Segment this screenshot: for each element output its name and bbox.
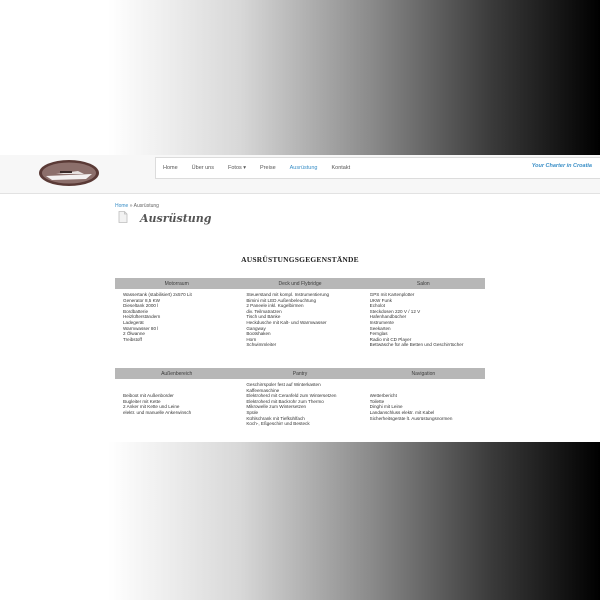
list-item: Bettwäsche für alle Betten und Geschirrt… <box>369 342 464 348</box>
table1-col-deck: Steuerstand mit kompl. Instrumentierung … <box>238 289 362 352</box>
table1-header-salon: Salon <box>361 278 485 289</box>
table1-header-deck: Deck und Flybridge <box>238 278 362 289</box>
nav-item-contact[interactable]: Kontakt <box>324 158 357 178</box>
nav-item-about[interactable]: Über uns <box>185 158 221 178</box>
table2-col-exterior: Beiboot mit Außenborder Bugleiter mit Ke… <box>115 379 239 431</box>
list-item: elektr. und manuelle Ankerwinsch <box>123 409 192 415</box>
breadcrumb-home-link[interactable]: Home <box>115 203 128 209</box>
breadcrumb: Home » Ausrüstung <box>115 203 159 209</box>
equipment-table-2: Außenbereich Pantry Navigation Beiboot m… <box>115 368 485 431</box>
website-page: Home Über uns Fotos ▾ Preise Ausrüstung … <box>0 155 600 442</box>
table2-col-pantry: Geschirrspüler fest auf Winterkasten Kaf… <box>238 379 362 431</box>
table2-header-navigation: Navigation <box>361 368 485 379</box>
list-item: Schwimmleiter <box>246 342 277 348</box>
breadcrumb-current: Ausrüstung <box>133 203 159 209</box>
list-item: Koch-, Eßgeschirr und Besteck <box>246 421 310 427</box>
site-tagline: Your Charter in Croatia <box>531 163 592 169</box>
table1-col-salon: GPS mit Kartenplotter UKW Funk Echolot S… <box>361 289 485 352</box>
equipment-table-1: Motorraum Deck und Flybridge Salon Wasse… <box>115 278 485 352</box>
list-item: Sicherheitsgeräte lt. Ausrüstungsnormen <box>369 415 453 421</box>
page-document-icon <box>118 211 128 223</box>
nav-item-home[interactable]: Home <box>156 158 185 178</box>
nav-item-photos[interactable]: Fotos ▾ <box>221 158 253 178</box>
table2-header-exterior: Außenbereich <box>115 368 239 379</box>
section-title: AUSRÜSTUNGSGEGENSTÄNDE <box>241 255 359 264</box>
list-item: Treibstoff <box>123 336 142 342</box>
table2-header-pantry: Pantry <box>238 368 362 379</box>
header-bar: Home Über uns Fotos ▾ Preise Ausrüstung … <box>0 155 600 194</box>
yacht-logo[interactable] <box>38 159 100 187</box>
nav-item-prices[interactable]: Preise <box>253 158 283 178</box>
table1-col-engine: Wassertank (stabilisiert) 2x570 Lit Gene… <box>115 289 239 352</box>
page-title: Ausrüstung <box>140 212 212 225</box>
table1-header-engine: Motorraum <box>115 278 239 289</box>
nav-item-equipment[interactable]: Ausrüstung <box>283 158 325 178</box>
table2-col-navigation: Wetterbericht Toilette Dinghi mit Leine … <box>361 379 485 431</box>
